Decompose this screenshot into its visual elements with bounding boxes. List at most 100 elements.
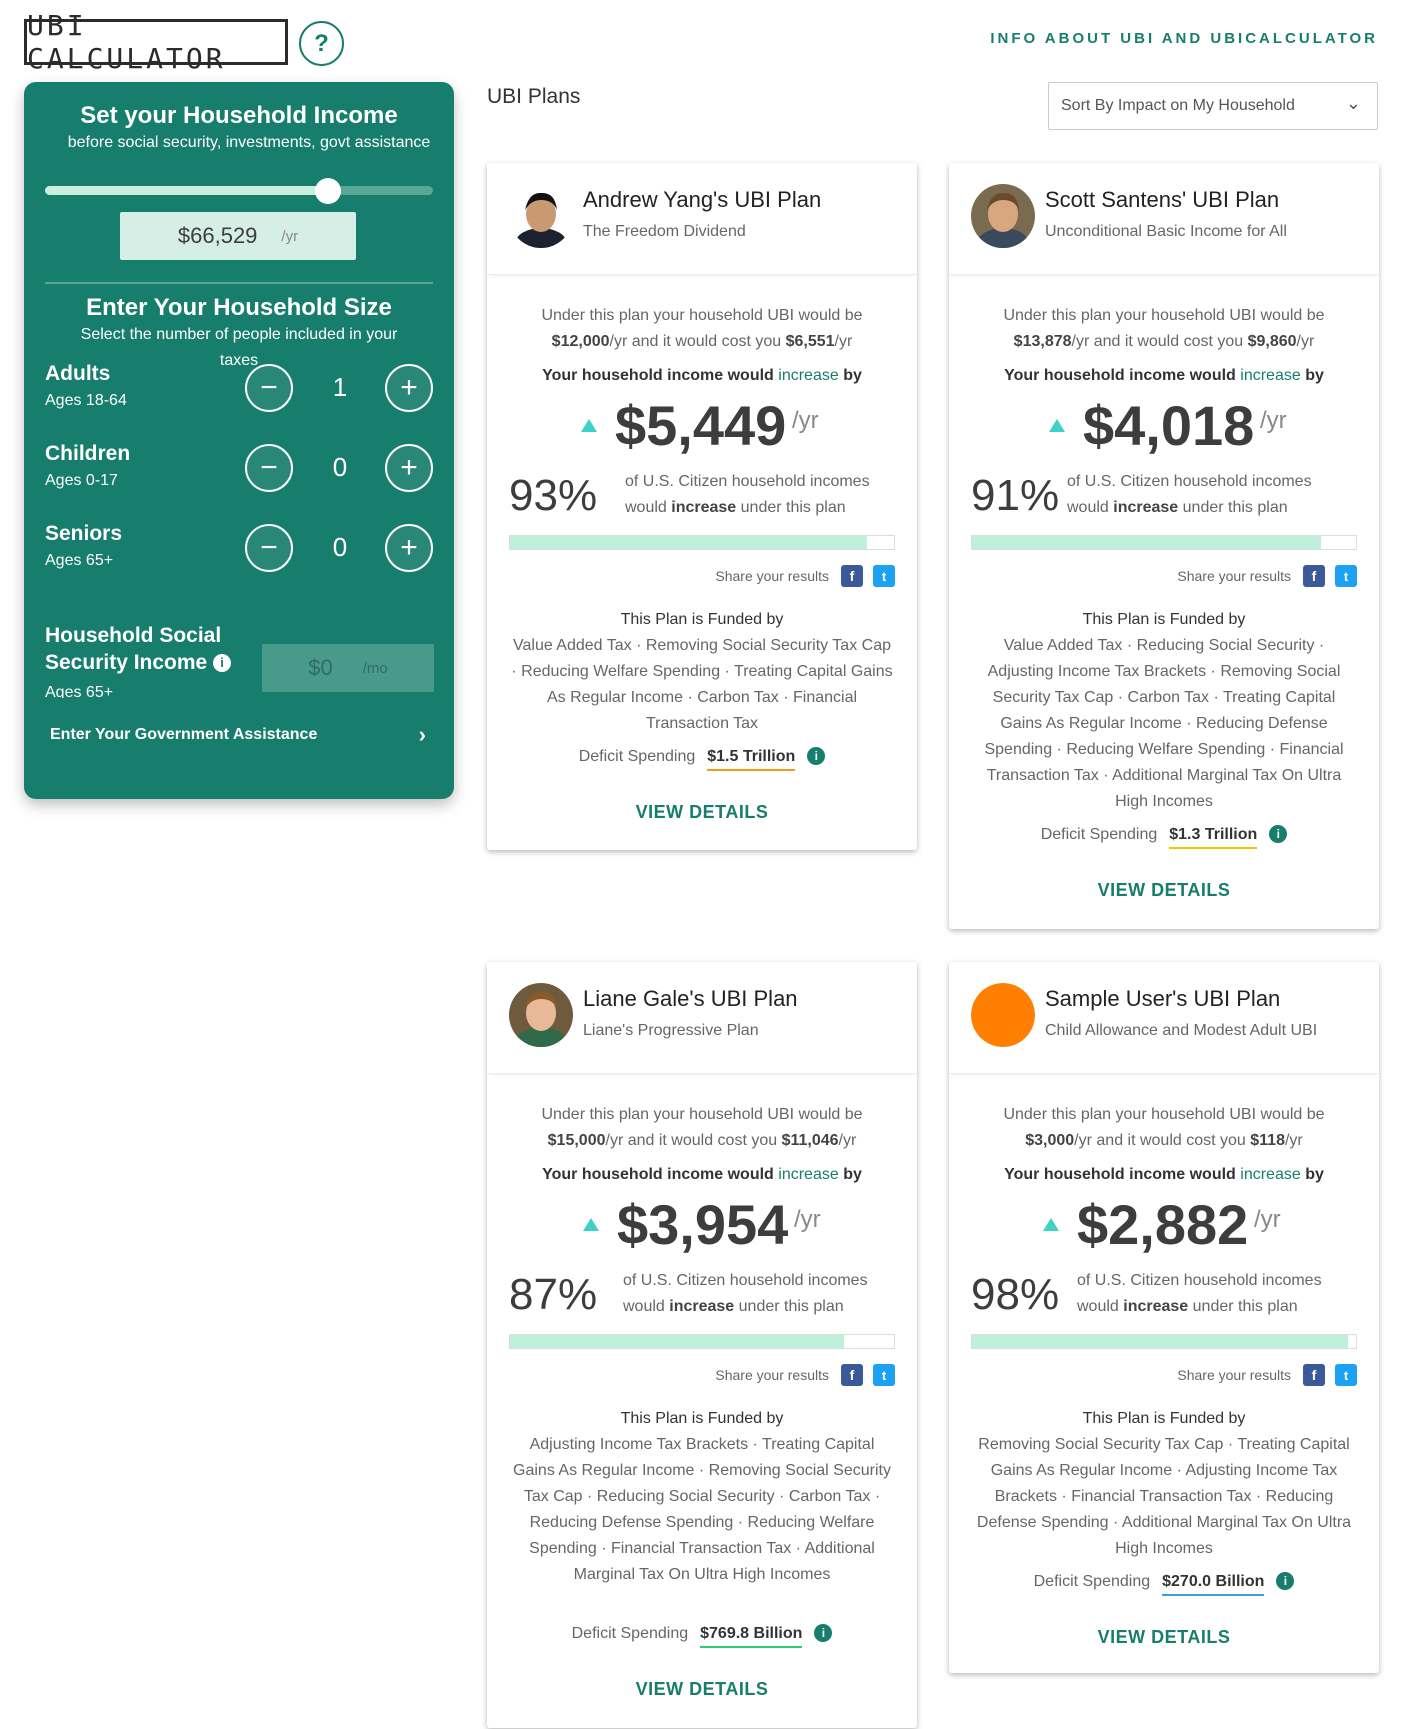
plan-name[interactable]: Liane Gale's UBI Plan	[583, 986, 798, 1012]
percent-progress-bar	[971, 1334, 1357, 1349]
income-title: Set your Household Income	[80, 102, 398, 129]
percent-description: of U.S. Citizen household incomes would …	[623, 1268, 887, 1320]
cost-text-pre: Under this plan your household UBI would…	[541, 307, 863, 324]
percent-increase: 98%	[971, 1270, 1060, 1319]
facebook-icon[interactable]: f	[841, 565, 863, 587]
plan-subtitle: Child Allowance and Modest Adult UBI	[1045, 1022, 1318, 1039]
plan-name[interactable]: Sample User's UBI Plan	[1045, 986, 1280, 1012]
seniors-decrement-button[interactable]: −	[245, 524, 293, 572]
help-button[interactable]: ?	[299, 21, 344, 66]
percent-increase: 87%	[509, 1270, 598, 1319]
ubi-amount: $13,878	[1013, 333, 1072, 350]
info-icon[interactable]: i	[1276, 1572, 1295, 1590]
children-decrement-button[interactable]: −	[245, 444, 293, 492]
government-assistance-label: Enter Your Government Assistance	[50, 726, 318, 743]
plan-name[interactable]: Scott Santens' UBI Plan	[1045, 187, 1279, 213]
app-logo[interactable]: UBI CALCULATOR	[24, 9, 288, 75]
facebook-icon[interactable]: f	[841, 1364, 863, 1386]
income-input[interactable]: $66,529 /yr	[120, 212, 356, 260]
increase-text-pre: Your household income would	[542, 367, 774, 384]
facebook-icon[interactable]: f	[1303, 565, 1325, 587]
seniors-row: Seniors Ages 65+ − 0 +	[45, 522, 433, 578]
plan-card-header: Sample User's UBI Plan Child Allowance an…	[949, 962, 1379, 1074]
income-change-amount: $4,018	[1083, 394, 1255, 457]
plan-card: Sample User's UBI Plan Child Allowance an…	[949, 962, 1379, 1673]
share-label: Share your results	[715, 1367, 829, 1383]
seniors-age: Ages 65+	[45, 552, 114, 569]
cost-amount: $9,860	[1247, 333, 1297, 350]
seniors-increment-button[interactable]: +	[385, 524, 433, 572]
twitter-icon[interactable]: t	[1335, 565, 1357, 587]
income-subtitle: before social security, investments, gov…	[67, 134, 431, 151]
view-details-button[interactable]: VIEW DETAILS	[949, 1627, 1379, 1648]
funded-title: This Plan is Funded by	[620, 1410, 784, 1427]
view-details-button[interactable]: VIEW DETAILS	[487, 1679, 917, 1700]
sort-value: Sort By Impact on My Household	[1061, 97, 1295, 114]
percent-description: of U.S. Citizen household incomes would …	[625, 469, 887, 521]
income-change: $3,954/yr	[487, 1192, 917, 1262]
share-row: Share your results f t	[715, 1364, 895, 1386]
cost-text-mid: /yr and it would cost you	[609, 333, 782, 350]
funded-title: This Plan is Funded by	[1082, 1410, 1246, 1427]
increase-word: increase	[1240, 367, 1301, 384]
cost-text-pre: Under this plan your household UBI would…	[1003, 307, 1325, 324]
income-change: $4,018/yr	[949, 393, 1379, 463]
social-security-input[interactable]: $0 /mo	[262, 644, 434, 692]
adults-increment-button[interactable]: +	[385, 364, 433, 412]
deficit-row: Deficit Spending $769.8 Billion i	[487, 1624, 917, 1648]
deficit-label: Deficit Spending	[1040, 826, 1158, 843]
increase-text-post: by	[843, 367, 862, 384]
increase-text-post: by	[1305, 367, 1324, 384]
cost-text-post: /yr	[838, 1132, 857, 1149]
government-assistance-button[interactable]: Enter Your Government Assistance ›	[50, 722, 434, 747]
increase-text-post: by	[843, 1166, 862, 1183]
view-details-button[interactable]: VIEW DETAILS	[949, 880, 1379, 901]
twitter-icon[interactable]: t	[873, 1364, 895, 1386]
twitter-icon[interactable]: t	[1335, 1364, 1357, 1386]
cost-text-mid: /yr and it would cost you	[1074, 1132, 1246, 1149]
adults-count: 1	[332, 372, 348, 402]
increase-word: increase	[778, 367, 839, 384]
income-change-unit: /yr	[1254, 1206, 1281, 1233]
increase-text-post: by	[1305, 1166, 1324, 1183]
info-icon[interactable]: i	[213, 654, 232, 672]
plan-card: Scott Santens' UBI Plan Unconditional Bas…	[949, 163, 1379, 929]
twitter-icon[interactable]: t	[873, 565, 895, 587]
info-icon[interactable]: i	[1269, 825, 1288, 843]
share-label: Share your results	[1177, 1367, 1291, 1383]
percent-increase: 93%	[509, 471, 598, 520]
sort-select[interactable]: Sort By Impact on My Household ⌄	[1048, 82, 1378, 130]
percent-progress-bar	[509, 1334, 895, 1349]
percent-description: of U.S. Citizen household incomes would …	[1067, 469, 1349, 521]
info-icon[interactable]: i	[814, 1624, 833, 1642]
percent-progress-bar	[509, 535, 895, 550]
plan-card-header: Andrew Yang's UBI Plan The Freedom Divide…	[487, 163, 917, 275]
funding-sources: Removing Social Security Tax Cap · Treat…	[976, 1436, 1352, 1557]
increase-line: Your household income would increase by	[487, 1166, 917, 1184]
view-details-button[interactable]: VIEW DETAILS	[487, 802, 917, 823]
income-unit: /yr	[281, 227, 299, 245]
children-increment-button[interactable]: +	[385, 444, 433, 492]
page-title: UBI Plans	[487, 85, 581, 108]
info-link[interactable]: INFO ABOUT UBI AND UBICALCULATOR	[990, 30, 1378, 47]
plan-card-header: Scott Santens' UBI Plan Unconditional Bas…	[949, 163, 1379, 275]
facebook-icon[interactable]: f	[1303, 1364, 1325, 1386]
children-label: Children	[45, 442, 131, 465]
children-age: Ages 0-17	[45, 472, 118, 489]
deficit-row: Deficit Spending $1.5 Trillion i	[487, 747, 917, 771]
adults-row: Adults Ages 18-64 − 1 +	[45, 362, 433, 418]
social-security-value: $0	[308, 655, 333, 680]
info-icon[interactable]: i	[807, 747, 826, 765]
share-label: Share your results	[715, 568, 829, 584]
deficit-amount: $270.0 Billion	[1162, 1573, 1265, 1596]
income-slider-handle[interactable]	[315, 178, 342, 204]
plan-card-header: Liane Gale's UBI Plan Liane's Progressive…	[487, 962, 917, 1074]
cost-amount: $11,046	[781, 1132, 839, 1149]
plan-name[interactable]: Andrew Yang's UBI Plan	[583, 187, 821, 213]
income-change-amount: $2,882	[1077, 1193, 1249, 1256]
deficit-label: Deficit Spending	[578, 748, 696, 765]
adults-decrement-button[interactable]: −	[245, 364, 293, 412]
ubi-amount: $3,000	[1025, 1132, 1075, 1149]
income-slider[interactable]	[45, 178, 433, 204]
deficit-label: Deficit Spending	[1033, 1573, 1151, 1590]
